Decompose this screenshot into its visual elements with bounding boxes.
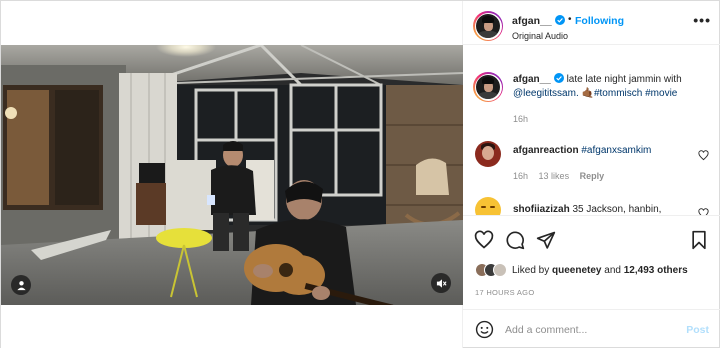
original-audio-link[interactable]: Original Audio [512, 31, 568, 41]
comment-input[interactable] [505, 320, 675, 340]
share-icon[interactable] [536, 230, 556, 250]
comment-time[interactable]: 16h [513, 171, 528, 181]
reply-button[interactable]: Reply [580, 171, 605, 181]
tagged-users-button[interactable] [11, 275, 31, 295]
verified-badge-icon [554, 15, 565, 25]
comment-text: afganreaction #afganxsamkim [513, 144, 705, 158]
hashtag-link[interactable]: #tommisch [594, 88, 642, 99]
more-options-icon[interactable]: ••• [693, 13, 711, 27]
following-button[interactable]: Following [575, 15, 624, 27]
comment-username[interactable]: shofiiazizah [513, 204, 570, 215]
verified-badge-icon [553, 73, 564, 83]
video-frame [1, 45, 463, 305]
caption-meta: 16h [513, 114, 536, 124]
post-comment-button[interactable]: Post [686, 324, 709, 336]
commenter-avatar[interactable] [475, 141, 501, 167]
add-comment-bar: Post [463, 309, 720, 348]
post-header: afgan__ • Following Original Audio ••• [463, 1, 720, 45]
post-actions: Liked by queenetey and 12,493 others 17 … [463, 215, 720, 305]
comments-list[interactable]: afgan__ late late night jammin with @lee… [463, 45, 720, 215]
caption-body: late late night jammin with [566, 74, 682, 85]
post-details-panel: afgan__ • Following Original Audio ••• a… [463, 1, 720, 348]
hashtag-link[interactable]: #movie [645, 88, 677, 99]
bookmark-icon[interactable] [689, 230, 709, 250]
post-timestamp[interactable]: 17 HOURS AGO [475, 288, 534, 297]
comment-username[interactable]: afganreaction [513, 145, 579, 156]
post-video[interactable] [1, 45, 463, 305]
like-comment-heart-icon[interactable] [698, 208, 709, 215]
comment-text: shofiiazizah 35 Jackson, hanbin, [513, 203, 705, 215]
likes-conjunction: and [604, 264, 621, 276]
caption-time[interactable]: 16h [513, 114, 528, 124]
likes-prefix: Liked by [512, 264, 550, 276]
speaker-muted-icon [436, 278, 447, 288]
caption-emoji: 🤙🏾 [581, 88, 594, 99]
hashtag-link[interactable]: #afganxsamkim [581, 145, 651, 156]
caption-text: afgan__ late late night jammin with @lee… [513, 73, 705, 101]
author-avatar[interactable] [473, 11, 503, 41]
comment-icon[interactable] [505, 230, 525, 250]
liker-avatar[interactable] [493, 263, 507, 277]
comment-likes[interactable]: 13 likes [539, 171, 570, 181]
comment-meta: 16h 13 likes Reply [513, 171, 612, 181]
comment-body: 35 Jackson, hanbin, [572, 204, 662, 215]
user-icon [16, 280, 26, 290]
likes-summary: Liked by queenetey and 12,493 others [475, 262, 688, 278]
caption-mention-link[interactable]: @leegititssam. [513, 88, 579, 99]
likes-count[interactable]: 12,493 others [624, 265, 688, 276]
like-comment-heart-icon[interactable] [698, 150, 709, 161]
author-username[interactable]: afgan__ [512, 15, 552, 27]
likes-text: Liked by queenetey and 12,493 others [512, 265, 688, 276]
heart-icon[interactable] [474, 230, 494, 250]
instagram-post-dialog: afgan__ • Following Original Audio ••• a… [0, 0, 720, 348]
emoji-icon[interactable] [475, 320, 494, 339]
author-username-row: afgan__ [512, 15, 565, 27]
liker-username[interactable]: queenetey [552, 265, 601, 276]
separator-dot: • [568, 14, 572, 25]
caption-username[interactable]: afgan__ [513, 74, 551, 85]
post-media-panel [1, 1, 463, 348]
caption-author-avatar[interactable] [473, 72, 503, 102]
mute-button[interactable] [431, 273, 451, 293]
commenter-avatar[interactable] [475, 197, 501, 215]
